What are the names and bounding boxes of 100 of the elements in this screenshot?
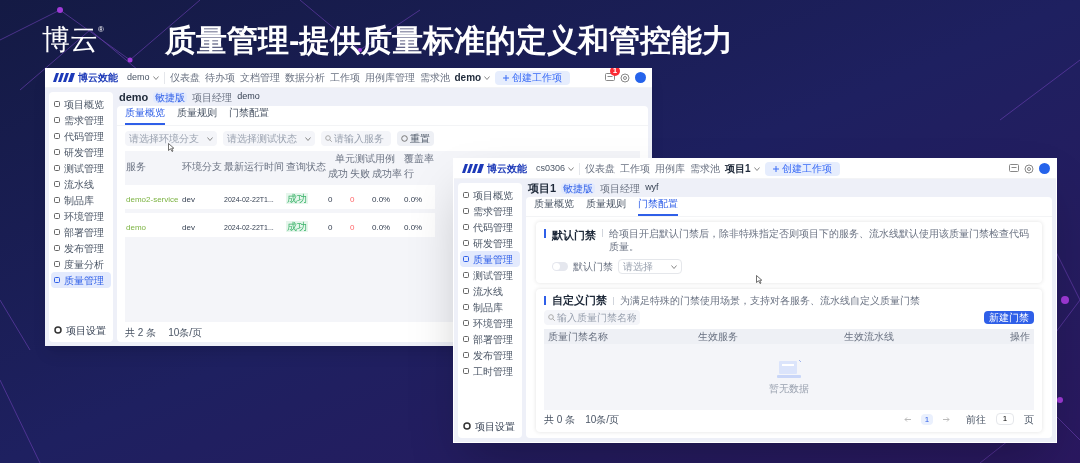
nav-item[interactable]: 仪表盘 (169, 70, 200, 85)
tab[interactable]: 门禁配置 (229, 105, 269, 125)
table-cell: 0 (328, 223, 333, 232)
settings-label: 项目设置 (475, 419, 515, 434)
tab[interactable]: 质量规则 (586, 196, 626, 216)
column-header: 查询状态 (285, 159, 327, 174)
section-description: 为满足特殊的门禁使用场景，支持对各服务、流水线自定义质量门禁 (620, 294, 920, 308)
nav-item[interactable]: 工作项 (620, 161, 651, 176)
nav-item[interactable]: 待办项 (204, 70, 235, 85)
sidebar-item[interactable]: 代码管理 (460, 219, 520, 235)
workspace-select[interactable]: cs0306 (536, 161, 575, 176)
slide-title: 质量管理-提供质量标准的定义和管控能力 (165, 24, 734, 56)
tab[interactable]: 质量规则 (177, 105, 217, 125)
table-cell: dev (182, 195, 195, 204)
tab[interactable]: 质量概览 (125, 105, 165, 125)
trademark-mark: ® (98, 26, 104, 34)
tab[interactable]: 质量概览 (534, 196, 574, 216)
sidebar-item[interactable]: 需求管理 (460, 203, 520, 219)
sidebar-item[interactable]: 需求管理 (51, 112, 111, 128)
nav-item[interactable]: 数据分析 (284, 70, 325, 85)
page-input[interactable]: 1 (996, 413, 1014, 425)
next-page-icon[interactable] (943, 416, 950, 422)
toggle-switch[interactable] (552, 262, 568, 271)
reset-icon (401, 135, 408, 142)
table-cell: 0.0% (372, 195, 391, 204)
sidebar-item[interactable]: 测试管理 (460, 267, 520, 283)
sidebar-item[interactable]: 工时管理 (460, 363, 520, 379)
sidebar-item[interactable]: 研发管理 (51, 144, 111, 160)
nav-item[interactable]: 工作项 (329, 70, 360, 85)
sidebar-item[interactable]: 流水线 (460, 283, 520, 299)
role-label: 项目经理 (192, 90, 233, 105)
nav-item[interactable]: 文档管理 (239, 70, 280, 85)
avatar-icon[interactable] (635, 72, 646, 83)
sidebar-item[interactable]: 质量管理 (51, 272, 111, 288)
page-size-select[interactable]: 10条/页 (168, 324, 203, 340)
status-select[interactable]: 请选择测试状态 (223, 131, 315, 146)
tab[interactable]: 门禁配置 (638, 196, 678, 216)
message-icon[interactable] (605, 73, 615, 82)
goto-label: 前往 (966, 412, 986, 427)
project-tag: 敏捷版 (153, 91, 188, 103)
sidebar-item[interactable]: 度量分析 (51, 256, 111, 272)
gear-icon (463, 422, 471, 430)
gate-select[interactable]: 请选择 (618, 259, 682, 274)
sidebar-item[interactable]: 制品库 (460, 299, 520, 315)
notification-badge: 1 (610, 68, 620, 76)
status-tag: 成功 (286, 193, 308, 204)
nav-item[interactable]: 需求池 (690, 161, 721, 176)
page-suffix: 页 (1024, 412, 1034, 427)
sidebar-item[interactable]: 测试管理 (51, 160, 111, 176)
search-field[interactable]: 输入质量门禁名称 (544, 310, 640, 325)
sidebar-item[interactable]: 环境管理 (460, 315, 520, 331)
new-gate-button[interactable]: 新建门禁 (984, 311, 1034, 324)
logo-text: 博云效能 (487, 162, 527, 176)
project-select[interactable]: demo (454, 70, 491, 85)
empty-state-icon (775, 358, 803, 379)
project-tag: 敏捷版 (561, 182, 596, 194)
nav-item[interactable]: 仪表盘 (585, 161, 616, 176)
workspace-select[interactable]: demo (127, 70, 159, 85)
page-button[interactable]: 1 (921, 413, 933, 425)
sidebar-item[interactable]: 研发管理 (460, 235, 520, 251)
sidebar-item[interactable]: 项目概览 (460, 187, 520, 203)
settings-icon[interactable] (620, 72, 630, 83)
nav-item[interactable]: 用例库管理 (364, 70, 415, 85)
total-count: 共 0 条 (544, 412, 576, 427)
settings-icon[interactable] (1024, 163, 1034, 174)
sidebar-item[interactable]: 发布管理 (460, 347, 520, 363)
sidebar-item[interactable]: 部署管理 (460, 331, 520, 347)
logo-text: 博云效能 (78, 71, 118, 85)
sidebar-item[interactable]: 部署管理 (51, 224, 111, 240)
plus-icon (772, 165, 779, 172)
search-icon (548, 314, 555, 321)
table-cell: 0 (328, 195, 333, 204)
sidebar-item[interactable]: 发布管理 (51, 240, 111, 256)
page-size-select[interactable]: 10条/页 (585, 411, 620, 427)
create-button[interactable]: 创建工作项 (495, 70, 571, 85)
sidebar-item[interactable]: 环境管理 (51, 208, 111, 224)
branch-select[interactable]: 请选择环境分支 (125, 131, 217, 146)
toggle-label: 默认门禁 (573, 260, 613, 274)
project-select[interactable]: 项目1 (725, 161, 760, 176)
nav-item[interactable]: 需求池 (419, 70, 450, 85)
column-header: 环境分支 (181, 159, 223, 174)
sidebar-item[interactable]: 质量管理 (460, 251, 520, 267)
sidebar-item[interactable]: 项目概览 (51, 96, 111, 112)
nav-item[interactable]: 用例库 (655, 161, 686, 176)
caret-icon (305, 136, 311, 141)
sidebar-item[interactable]: 代码管理 (51, 128, 111, 144)
sidebar-item[interactable]: 制品库 (51, 192, 111, 208)
project-title: 项目1 (528, 180, 557, 196)
create-button[interactable]: 创建工作项 (764, 161, 840, 176)
column-header: 覆盖率 (403, 152, 435, 166)
reset-button[interactable]: 重置 (397, 131, 434, 146)
caret-icon (152, 75, 159, 80)
prev-page-icon[interactable] (904, 416, 911, 422)
column-header: 质量门禁名称 (548, 330, 609, 344)
sidebar-item[interactable]: 流水线 (51, 176, 111, 192)
total-count: 共 2 条 (125, 325, 157, 340)
caret-icon (207, 136, 213, 141)
search-field[interactable]: 请输入服务 (321, 131, 391, 146)
avatar-icon[interactable] (1039, 163, 1050, 174)
message-icon[interactable] (1009, 164, 1019, 173)
